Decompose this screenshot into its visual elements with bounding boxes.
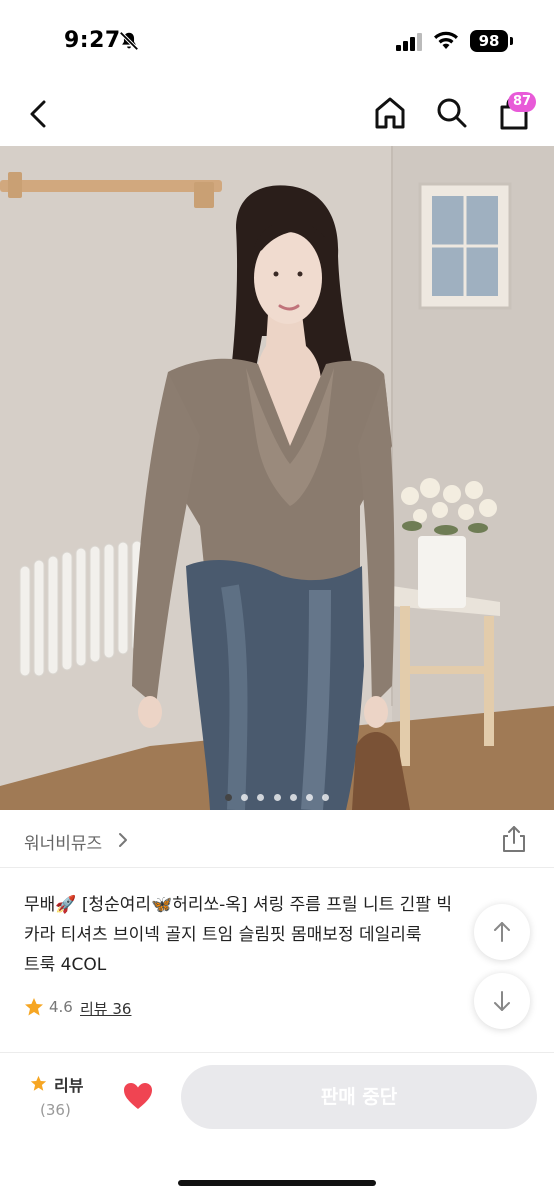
review-count[interactable]: (36) bbox=[40, 1101, 71, 1119]
arrow-up-icon bbox=[494, 922, 510, 942]
product-image[interactable] bbox=[0, 146, 554, 810]
scroll-up-button[interactable] bbox=[474, 904, 530, 960]
wifi-icon bbox=[434, 31, 458, 49]
product-title-line: 트룩 4COL bbox=[24, 955, 107, 975]
search-icon[interactable] bbox=[434, 94, 470, 132]
signal-icon bbox=[396, 33, 422, 51]
battery-tip bbox=[510, 37, 513, 45]
review-link[interactable]: 리뷰 36 bbox=[80, 998, 131, 1019]
share-icon[interactable] bbox=[500, 824, 528, 854]
status-time: 9:27 bbox=[64, 28, 121, 53]
product-title-line: 카라 티셔츠 브이넥 골지 트임 슬림핏 몸매보정 데일리룩 bbox=[24, 925, 422, 945]
brand-name[interactable]: 워너비뮤즈 bbox=[24, 829, 102, 854]
home-indicator bbox=[178, 1180, 376, 1186]
chevron-right-icon bbox=[119, 833, 127, 847]
carousel-dots[interactable] bbox=[0, 786, 554, 801]
back-chevron-icon[interactable] bbox=[24, 94, 56, 134]
product-title: 무배🚀 [청순여리🦋허리쏘-옥] 셔링 주름 프릴 니트 긴팔 빅 카라 티셔츠… bbox=[24, 890, 530, 980]
rating-value: 4.6 bbox=[49, 998, 73, 1016]
carousel-dot[interactable] bbox=[273, 794, 281, 801]
product-title-line: 무배🚀 [청순여리🦋허리쏘-옥] 셔링 주름 프릴 니트 긴팔 빅 bbox=[24, 895, 452, 915]
bell-mute-icon bbox=[119, 31, 139, 51]
product-photo bbox=[0, 146, 554, 810]
star-icon bbox=[25, 998, 43, 1016]
status-bar: 9:27 98 bbox=[0, 0, 554, 80]
sales-stopped-button[interactable]: 판매 중단 bbox=[181, 1065, 537, 1129]
brand-row[interactable]: 워너비뮤즈 bbox=[0, 812, 554, 868]
carousel-dot[interactable] bbox=[289, 794, 297, 801]
home-icon[interactable] bbox=[372, 94, 408, 132]
heart-icon[interactable] bbox=[122, 1081, 154, 1111]
cart-count-badge: 87 bbox=[508, 92, 536, 112]
scroll-down-button[interactable] bbox=[474, 973, 530, 1029]
star-icon bbox=[30, 1075, 47, 1091]
review-label[interactable]: 리뷰 bbox=[54, 1072, 83, 1096]
arrow-down-icon bbox=[494, 991, 510, 1011]
bottom-bar: 리뷰 (36) 판매 중단 bbox=[0, 1052, 554, 1200]
carousel-dot[interactable] bbox=[321, 794, 329, 801]
battery-indicator: 98 bbox=[470, 30, 508, 52]
carousel-dot[interactable] bbox=[305, 794, 313, 801]
nav-bar bbox=[0, 80, 554, 146]
